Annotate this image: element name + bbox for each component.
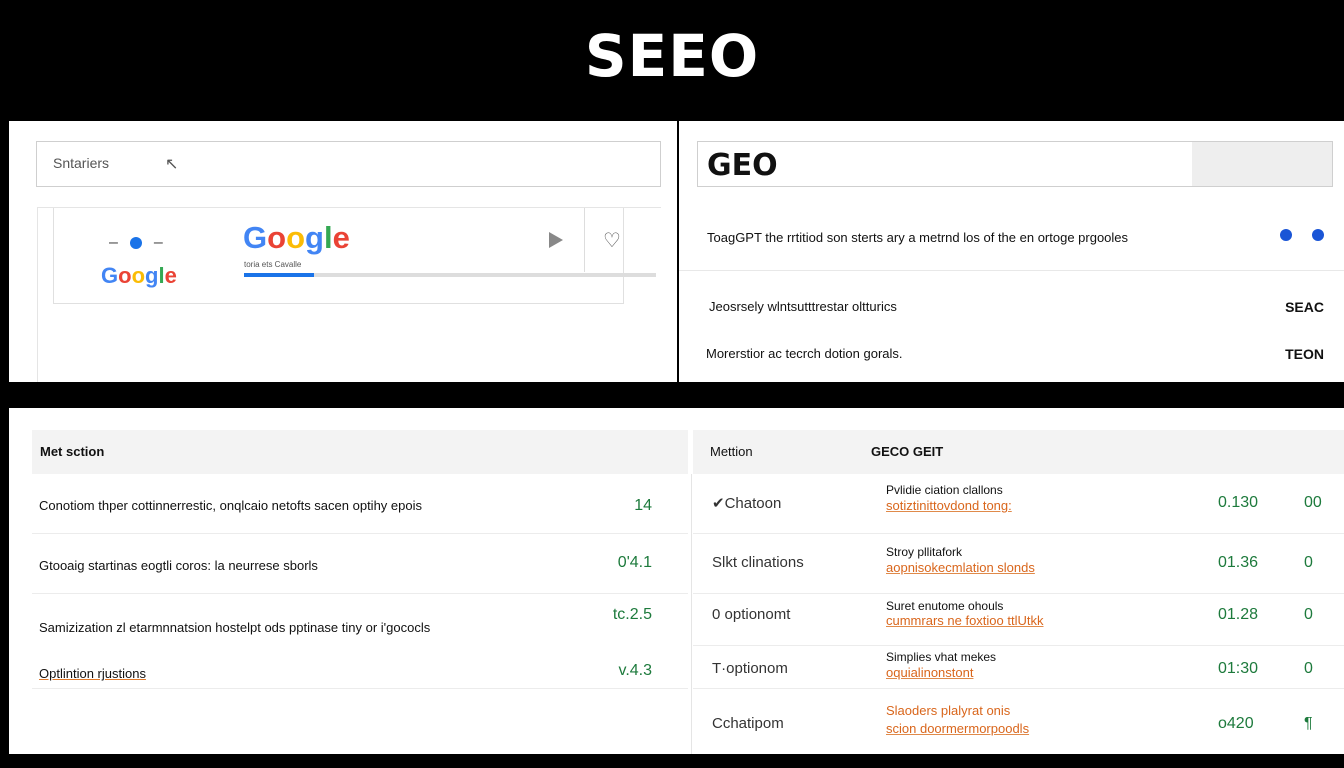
row-desc: Stroy pllitafork (886, 545, 963, 559)
google-logo: Google (243, 220, 350, 255)
browser-frame: ‒ ‒ Google Google toria ets Cavalle ♡ (37, 207, 661, 382)
list-item-code: SEAC (1285, 299, 1324, 315)
comparison-table: Met sction Mettion GECO GEIT Conotiom th… (9, 408, 1344, 754)
list-item-text: Jeosrsely wlntsutttrestar oltturics (709, 299, 897, 314)
row-text: Samizization zl etarmnnatsion hostelpt o… (39, 620, 431, 635)
list-item-code: TEON (1285, 346, 1324, 362)
progress-bar (244, 273, 656, 277)
logo-caption: toria ets Cavalle (244, 260, 302, 269)
row-desc: Slaoders plalyrat onis (886, 703, 1011, 718)
column-header: GECO GEIT (871, 444, 944, 459)
row-desc-link[interactable]: cummrars ne foxtioo ttlUtkk (886, 613, 1044, 628)
row-method: Slkt clinations (712, 554, 804, 571)
search-input[interactable]: Sntariers ↖ (36, 141, 661, 187)
table-row[interactable]: 0 optionomt Suret enutome ohouls cummrar… (693, 594, 1344, 646)
back-arrow-icon[interactable]: ‒ (109, 234, 118, 252)
table-row[interactable]: T·optionom Simplies vhat mekes oquialino… (693, 646, 1344, 689)
row-desc-link[interactable]: scion doormermorpoodls (886, 721, 1029, 736)
row-score: 01:30 (1218, 660, 1259, 677)
row-method: Cchatipom (712, 715, 784, 732)
forward-arrow-icon[interactable]: ‒ (154, 234, 163, 252)
geo-input-addon (1192, 142, 1332, 186)
page-title: SEEO (584, 22, 760, 90)
row-score: 0 (1304, 606, 1313, 623)
google-logo-small: Google (101, 263, 177, 288)
cursor-icon: ↖ (165, 156, 179, 173)
column-divider (691, 474, 692, 754)
table-row[interactable]: ✔Chatoon Pvlidie ciation clallons sotizt… (693, 474, 1344, 534)
table-row[interactable]: Slkt clinations Stroy pllitafork aopniso… (693, 534, 1344, 594)
dot-icon (129, 237, 142, 249)
row-score: 01.36 (1218, 554, 1259, 571)
row-score: 0 (1304, 660, 1313, 677)
row-method: 0 optionomt (712, 606, 791, 623)
table-row[interactable]: Samizization zl etarmnnatsion hostelpt o… (32, 594, 688, 654)
geo-panel: GEO ToagGPT the rrtitiod son sterts ary … (679, 121, 1344, 382)
row-desc: Suret enutome ohouls (886, 599, 1004, 613)
table-row[interactable]: Optlintion rjustions v.4.3 (32, 654, 688, 689)
geo-label: GEO (707, 148, 778, 183)
heart-icon[interactable]: ♡ (584, 208, 639, 272)
row-score: 0.130 (1218, 494, 1259, 511)
progress-fill (244, 273, 315, 277)
geo-input[interactable]: GEO (697, 141, 1333, 187)
row-method: T·optionom (712, 660, 788, 677)
row-score: o420 (1218, 715, 1254, 732)
nav-controls: ‒ ‒ (109, 234, 163, 252)
dot-icon (1280, 229, 1292, 241)
row-method: ✔Chatoon (712, 495, 782, 512)
row-value: tc.2.5 (612, 606, 652, 623)
row-score: 0 (1304, 554, 1313, 571)
dot-icon (1312, 229, 1324, 241)
title-bar: SEEO (0, 0, 1344, 120)
seo-panel: Sntariers ↖ ‒ ‒ Google Google toria ets … (9, 121, 677, 382)
table-row[interactable]: Conotiom thper cottinnerrestic, onqlcaio… (32, 474, 688, 534)
list-item: ToagGPT the rrtitiod son sterts ary a me… (679, 227, 1344, 271)
table-header-left: Met sction (32, 430, 688, 474)
play-icon[interactable] (549, 232, 563, 248)
row-score: 01.28 (1218, 606, 1259, 623)
list-item-text: ToagGPT the rrtitiod son sterts ary a me… (707, 230, 1129, 245)
row-value: 14 (634, 497, 652, 514)
status-dots (1280, 229, 1324, 241)
search-input-text: Sntariers (53, 155, 110, 171)
table-row[interactable]: Cchatipom Slaoders plalyrat onis scion d… (693, 689, 1344, 754)
row-desc-link[interactable]: sotiztinittovdond tong: (886, 498, 1012, 513)
row-score: 00 (1304, 494, 1322, 511)
row-desc: Pvlidie ciation clallons (886, 483, 1003, 497)
row-text: Gtooaig startinas eogtli coros: la neurr… (39, 558, 318, 573)
row-desc: Simplies vhat mekes (886, 650, 997, 664)
row-desc-link[interactable]: oquialinonstont (886, 665, 973, 680)
table-header-right: Mettion GECO GEIT (693, 430, 1344, 474)
table-row[interactable]: Gtooaig startinas eogtli coros: la neurr… (32, 534, 688, 594)
row-desc-link[interactable]: aopnisokecmlation slonds (886, 560, 1035, 575)
row-value: v.4.3 (618, 662, 653, 679)
row-text: Optlintion rjustions (39, 666, 146, 681)
list-item-text: Morerstior ac tecrch dotion gorals. (706, 346, 903, 361)
column-header: Met sction (40, 444, 105, 459)
row-score: ¶ (1304, 715, 1313, 732)
row-value: 0'4.1 (617, 554, 652, 571)
row-text: Conotiom thper cottinnerrestic, onqlcaio… (39, 498, 422, 513)
column-header: Mettion (710, 444, 753, 459)
browser-window: ‒ ‒ Google Google toria ets Cavalle ♡ (53, 208, 656, 304)
